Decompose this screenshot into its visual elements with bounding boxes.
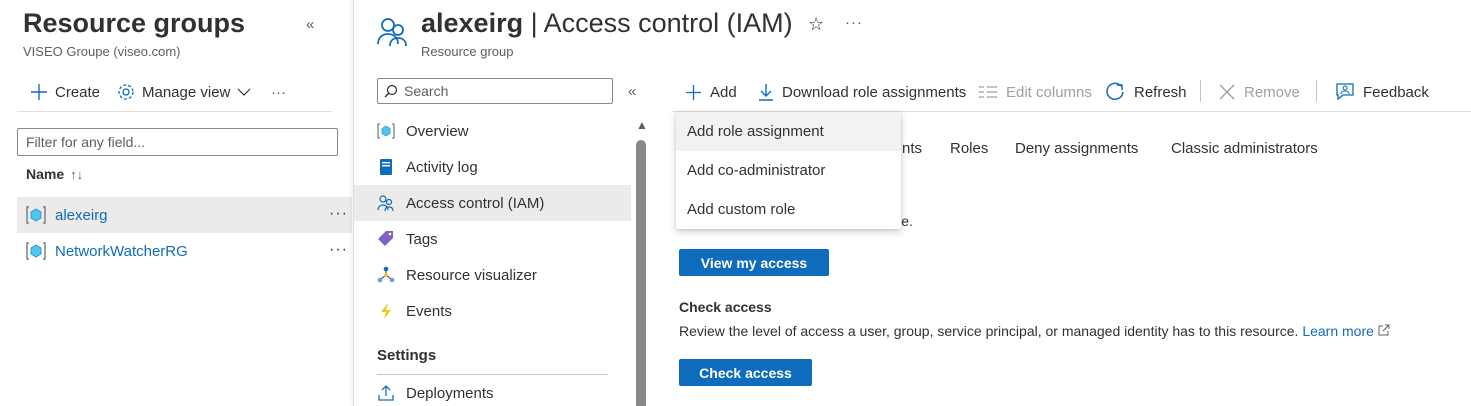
menu-item-add-role-assignment[interactable]: Add role assignment [676, 112, 901, 151]
edit-columns-label: Edit columns [1006, 83, 1092, 101]
resource-name: alexeirg [421, 8, 524, 38]
row-more-button[interactable]: ··· [329, 205, 348, 223]
toolbar-divider [17, 111, 332, 112]
nav-item-label: Activity log [406, 158, 478, 176]
deployments-icon [377, 384, 395, 402]
table-row[interactable]: alexeirg ··· [17, 197, 352, 233]
nav-item-label: Access control (IAM) [406, 194, 545, 212]
nav-item-label: Overview [406, 122, 469, 140]
resource-group-icon [26, 242, 46, 260]
menu-item-add-custom-role[interactable]: Add custom role [676, 190, 901, 229]
collapse-pane-icon[interactable]: « [306, 16, 314, 33]
pane-title: Resource groups [23, 8, 246, 38]
collapse-menu-icon[interactable]: « [628, 83, 636, 100]
scrollbar-thumb[interactable] [636, 140, 646, 406]
tag-icon [377, 230, 395, 248]
plus-icon [31, 84, 47, 100]
remove-label: Remove [1244, 83, 1300, 101]
nav-item-label: Deployments [406, 384, 494, 402]
activity-log-icon [377, 158, 395, 176]
add-label: Add [710, 83, 737, 101]
feedback-icon [1336, 83, 1354, 101]
nav-item-events[interactable]: Events [354, 293, 631, 329]
check-access-text: Review the level of access a user, group… [679, 323, 1299, 339]
remove-button[interactable]: Remove [1218, 80, 1300, 104]
nav-item-deployments[interactable]: Deployments [354, 375, 631, 406]
nav-item-label: Resource visualizer [406, 266, 537, 284]
nav-item-access-control[interactable]: Access control (IAM) [354, 185, 631, 221]
row-more-button[interactable]: ··· [329, 241, 348, 259]
search-placeholder: Search [404, 83, 449, 99]
resource-group-name[interactable]: alexeirg [55, 207, 108, 224]
iam-blade: alexeirg | Access control (IAM) Resource… [353, 0, 1471, 406]
command-separator [1200, 80, 1201, 102]
scroll-up-arrow-icon[interactable]: ▲ [636, 118, 648, 132]
tab-roles[interactable]: Roles [950, 140, 988, 157]
page-title: alexeirg | Access control (IAM) [421, 8, 793, 39]
users-icon [377, 18, 407, 47]
chevron-down-icon [237, 88, 251, 96]
columns-icon [979, 86, 997, 98]
feedback-button[interactable]: Feedback [1335, 80, 1429, 104]
nav-item-label: Tags [406, 230, 438, 248]
check-access-button[interactable]: Check access [679, 359, 812, 386]
nav-search-input[interactable]: Search [377, 78, 613, 104]
view-my-access-button[interactable]: View my access [679, 249, 829, 276]
check-access-heading: Check access [679, 299, 772, 315]
feedback-label: Feedback [1363, 83, 1429, 101]
close-icon [1219, 84, 1235, 100]
create-label: Create [55, 83, 101, 101]
add-button[interactable]: Add [685, 80, 737, 104]
overview-icon [377, 122, 395, 140]
check-access-description: Review the level of access a user, group… [679, 323, 1390, 339]
plus-icon [685, 84, 702, 100]
download-icon [759, 84, 773, 101]
settings-section-heading: Settings [377, 347, 437, 364]
pane-subtitle: VISEO Groupe (viseo.com) [23, 44, 181, 59]
resource-group-name[interactable]: NetworkWatcherRG [55, 243, 188, 260]
resource-visualizer-icon [377, 266, 395, 284]
favorite-star-icon[interactable]: ☆ [808, 14, 824, 35]
nav-item-tags[interactable]: Tags [354, 221, 631, 257]
nav-item-resource-visualizer[interactable]: Resource visualizer [354, 257, 631, 293]
name-header-label: Name [26, 166, 65, 182]
more-options-button[interactable]: ··· [271, 80, 286, 104]
table-row[interactable]: NetworkWatcherRG ··· [17, 233, 352, 269]
title-more-button[interactable]: ··· [845, 14, 863, 31]
users-icon [377, 194, 395, 212]
tab-classic-administrators[interactable]: Classic administrators [1171, 140, 1318, 157]
download-role-assignments-button[interactable]: Download role assignments [758, 80, 966, 104]
page-subtitle: Resource group [421, 44, 514, 59]
filter-input[interactable] [17, 128, 338, 156]
manage-view-button[interactable]: Manage view [117, 80, 251, 104]
page-name: | Access control (IAM) [523, 8, 793, 38]
add-dropdown-menu: Add role assignment Add co-administrator… [676, 112, 901, 229]
refresh-label: Refresh [1134, 83, 1187, 101]
create-button[interactable]: Create [30, 80, 100, 104]
nav-item-label: Events [406, 302, 452, 320]
tab-role-assignments[interactable]: nts [902, 140, 922, 157]
refresh-icon [1106, 82, 1124, 101]
nav-item-activity-log[interactable]: Activity log [354, 149, 631, 185]
menu-item-add-co-administrator[interactable]: Add co-administrator [676, 151, 901, 190]
external-link-icon [1378, 324, 1390, 336]
resource-group-icon [26, 206, 46, 224]
manage-view-label: Manage view [142, 83, 231, 101]
command-separator [1316, 80, 1317, 102]
name-column-header[interactable]: Name ↑↓ [26, 166, 83, 182]
nav-item-overview[interactable]: Overview [354, 113, 631, 149]
download-label: Download role assignments [782, 83, 967, 101]
search-icon [384, 84, 398, 98]
gear-icon [118, 84, 134, 100]
nav-scrollbar[interactable]: ▲ [633, 118, 649, 406]
resource-groups-pane: Resource groups VISEO Groupe (viseo.com)… [0, 0, 352, 406]
lightning-icon [377, 302, 395, 320]
tab-deny-assignments[interactable]: Deny assignments [1015, 140, 1138, 157]
refresh-button[interactable]: Refresh [1106, 80, 1187, 104]
sort-icon: ↑↓ [70, 166, 84, 182]
edit-columns-button[interactable]: Edit columns [978, 80, 1092, 104]
learn-more-link[interactable]: Learn more [1302, 323, 1390, 339]
